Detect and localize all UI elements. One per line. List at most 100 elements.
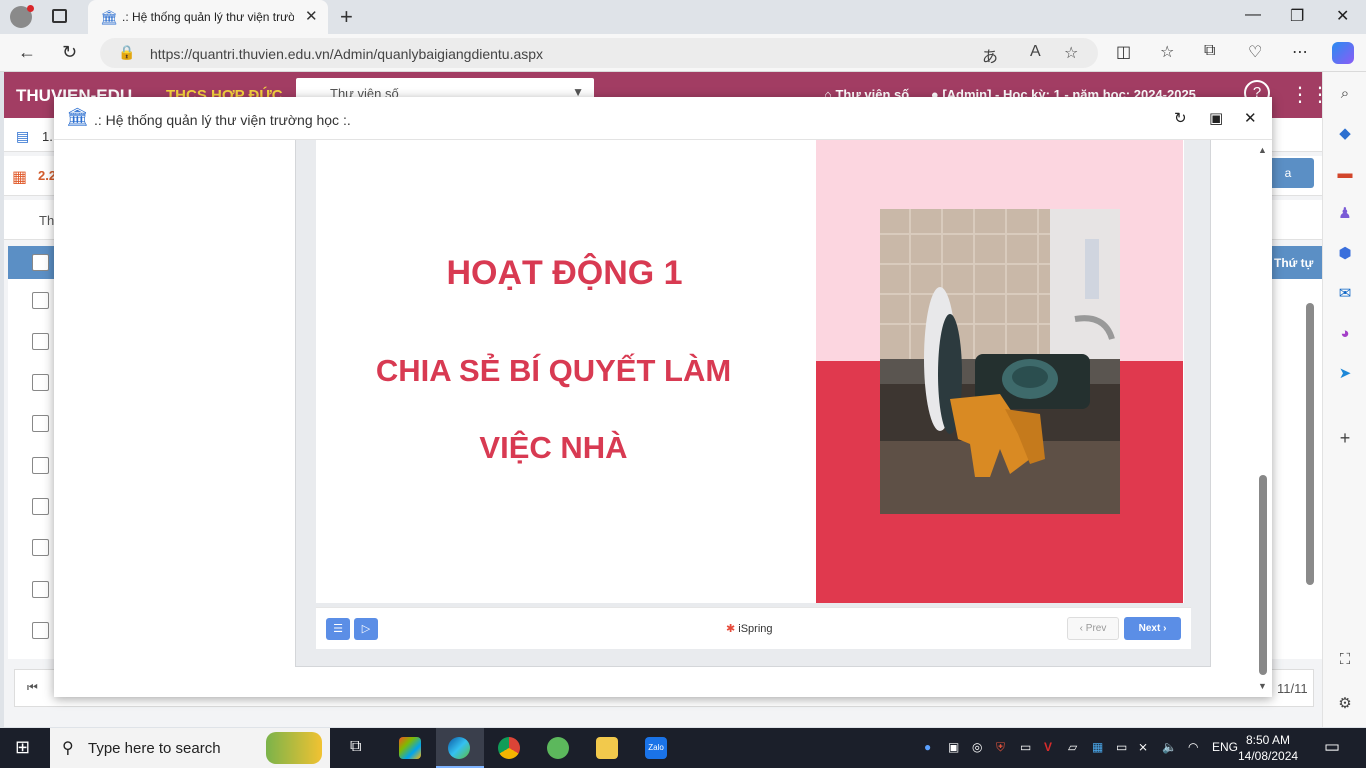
chrome-icon[interactable] xyxy=(498,737,520,759)
copilot-icon[interactable] xyxy=(1332,42,1354,64)
row-checkbox[interactable] xyxy=(32,333,49,350)
favorite-star-icon[interactable]: ☆ xyxy=(1064,43,1078,63)
language-indicator[interactable]: ENG xyxy=(1212,740,1238,754)
favorites-icon[interactable]: ☆ xyxy=(1160,42,1174,62)
window-close-icon[interactable]: ✕ xyxy=(1336,6,1349,26)
tab-close-icon[interactable]: ✕ xyxy=(305,7,318,25)
back-icon[interactable]: ← xyxy=(18,42,36,63)
minimize-icon[interactable]: — xyxy=(1245,6,1261,24)
row-checkbox[interactable] xyxy=(32,539,49,556)
split-screen-icon[interactable]: ◫ xyxy=(1116,42,1131,62)
modal-title: .: Hệ thống quản lý thư viện trường học … xyxy=(94,112,351,128)
tab-actions-icon[interactable] xyxy=(52,9,67,23)
lecture-modal: 🏛 .: Hệ thống quản lý thư viện trường họ… xyxy=(54,97,1272,697)
new-tab-icon[interactable]: + xyxy=(340,4,353,30)
collections-icon[interactable]: ⧉ xyxy=(1204,42,1215,60)
task-view-icon[interactable]: ⧉ xyxy=(350,738,361,756)
outline-button[interactable]: ☰ xyxy=(326,618,350,640)
refresh-icon[interactable]: ↻ xyxy=(62,42,77,63)
microsoft-365-icon[interactable]: ⬢ xyxy=(1335,244,1355,264)
first-page-icon[interactable]: ⏮ xyxy=(27,680,38,695)
edge-icon[interactable] xyxy=(448,737,470,759)
list-icon: ▤ xyxy=(16,128,30,144)
action-button-label: a xyxy=(1284,166,1292,180)
ispring-player: HOẠT ĐỘNG 1 CHIA SẺ BÍ QUYẾT LÀM VIỆC NH… xyxy=(295,140,1211,667)
file-explorer-icon[interactable] xyxy=(596,737,618,759)
pager-count: 11/11 xyxy=(1277,681,1308,696)
wifi-icon[interactable]: ◠ xyxy=(1188,740,1198,754)
active-tab[interactable]: 🏛 .: Hệ thống quản lý thư viện trườ ✕ xyxy=(88,0,328,34)
scroll-down-icon[interactable]: ▼ xyxy=(1258,681,1267,691)
zalo-tray-icon[interactable]: ● xyxy=(924,740,931,754)
row-checkbox[interactable] xyxy=(32,292,49,309)
designer-icon[interactable]: ◕ xyxy=(1335,324,1355,344)
list-outline-icon: ☰ xyxy=(333,623,343,635)
search-icon[interactable]: ⌕ xyxy=(1335,84,1355,104)
more-menu-icon[interactable]: ⋯ xyxy=(1292,42,1308,62)
windows-taskbar: ⊞ ⚲ Type here to search ⧉ Zalo ● ▣ ◎ ⛨ ▭… xyxy=(0,728,1366,768)
modal-maximize-icon[interactable]: ▣ xyxy=(1209,109,1223,127)
tray-v-icon[interactable]: V xyxy=(1044,740,1052,754)
tray-app-icon[interactable]: ▭ xyxy=(1020,740,1031,754)
tray-app-icon[interactable]: ▣ xyxy=(948,740,959,754)
modal-reload-icon[interactable]: ↻ xyxy=(1174,109,1187,127)
browser-tab-strip: 🏛 .: Hệ thống quản lý thư viện trườ ✕ + … xyxy=(0,0,1366,34)
row-checkbox[interactable] xyxy=(32,581,49,598)
zalo-icon[interactable]: Zalo xyxy=(645,737,667,759)
battery-icon[interactable]: ▭ xyxy=(1116,740,1127,754)
tray-shield-icon[interactable]: ⛨ xyxy=(996,740,1005,755)
next-button[interactable]: Next › xyxy=(1124,617,1181,640)
shopping-tag-icon[interactable]: ◆ xyxy=(1335,124,1355,144)
scroll-up-icon[interactable]: ▲ xyxy=(1258,145,1267,155)
read-aloud-icon[interactable]: A xyxy=(1030,43,1041,61)
tools-icon[interactable]: ▬ xyxy=(1335,164,1355,184)
tray-app-icon[interactable]: ▱ xyxy=(1068,740,1077,754)
prev-button[interactable]: ‹ Prev xyxy=(1067,617,1119,640)
grid-scrollbar-thumb[interactable] xyxy=(1306,303,1314,585)
dishes-gloves-photo xyxy=(880,209,1120,514)
windows-start-icon[interactable]: ⊞ xyxy=(15,737,30,758)
taskbar-search[interactable]: ⚲ Type here to search xyxy=(50,728,330,768)
browser-essentials-icon[interactable]: ♡ xyxy=(1248,42,1262,62)
modal-scrollbar-thumb[interactable] xyxy=(1259,475,1267,675)
tray-app-icon[interactable]: ◎ xyxy=(972,740,982,754)
row-checkbox[interactable] xyxy=(32,415,49,432)
address-url[interactable]: https://quantri.thuvien.edu.vn/Admin/qua… xyxy=(150,46,543,62)
send-icon[interactable]: ➤ xyxy=(1335,364,1355,384)
address-bar[interactable]: 🔒 https://quantri.thuvien.edu.vn/Admin/q… xyxy=(100,38,1098,68)
row-checkbox[interactable] xyxy=(32,498,49,515)
taskbar-search-placeholder: Type here to search xyxy=(88,740,221,757)
modal-header: 🏛 .: Hệ thống quản lý thư viện trường họ… xyxy=(54,97,1272,140)
games-icon[interactable]: ♟ xyxy=(1335,204,1355,224)
row-checkbox[interactable] xyxy=(32,457,49,474)
tray-app-icon[interactable]: ▦ xyxy=(1092,740,1103,754)
browser-toolbar: ← ↻ 🔒 https://quantri.thuvien.edu.vn/Adm… xyxy=(0,34,1366,72)
lock-icon[interactable]: 🔒 xyxy=(118,44,135,61)
app-green-icon[interactable] xyxy=(547,737,569,759)
row-checkbox[interactable] xyxy=(32,622,49,639)
taskbar-clock[interactable]: 8:50 AM 14/08/2024 xyxy=(1238,732,1298,764)
notifications-icon[interactable]: ▭ xyxy=(1324,737,1340,757)
mute-icon[interactable]: ⨯ xyxy=(1138,740,1148,754)
ispring-logo: ✱ iSpring xyxy=(726,622,773,635)
store-icon[interactable] xyxy=(399,737,421,759)
ispring-flower-icon: ✱ xyxy=(726,623,736,635)
crumb-1[interactable]: 1. xyxy=(42,129,53,144)
tab-title: .: Hệ thống quản lý thư viện trườ xyxy=(122,10,294,24)
settings-gear-icon[interactable]: ⚙ xyxy=(1335,694,1355,714)
slide[interactable]: HOẠT ĐỘNG 1 CHIA SẺ BÍ QUYẾT LÀM VIỆC NH… xyxy=(316,140,1184,603)
play-button[interactable]: ▷ xyxy=(354,618,378,640)
player-control-bar: ☰ ▷ ✱ iSpring ‹ Prev Next › xyxy=(316,607,1191,649)
modal-close-icon[interactable]: ✕ xyxy=(1244,109,1257,127)
volume-icon[interactable]: 🔈 xyxy=(1162,740,1177,754)
outlook-icon[interactable]: ✉ xyxy=(1335,284,1355,304)
translate-icon[interactable]: あ xyxy=(982,43,998,67)
chevron-left-icon: ‹ xyxy=(1079,623,1083,634)
col-order[interactable]: Thứ tự xyxy=(1274,256,1313,270)
select-all-checkbox[interactable] xyxy=(32,254,49,271)
add-icon[interactable]: + xyxy=(1335,428,1355,448)
modal-scrollbar[interactable]: ▲ ▼ xyxy=(1256,145,1270,693)
restore-icon[interactable]: ❐ xyxy=(1290,6,1304,26)
screenshot-icon[interactable]: ⛶ xyxy=(1335,650,1355,670)
row-checkbox[interactable] xyxy=(32,374,49,391)
